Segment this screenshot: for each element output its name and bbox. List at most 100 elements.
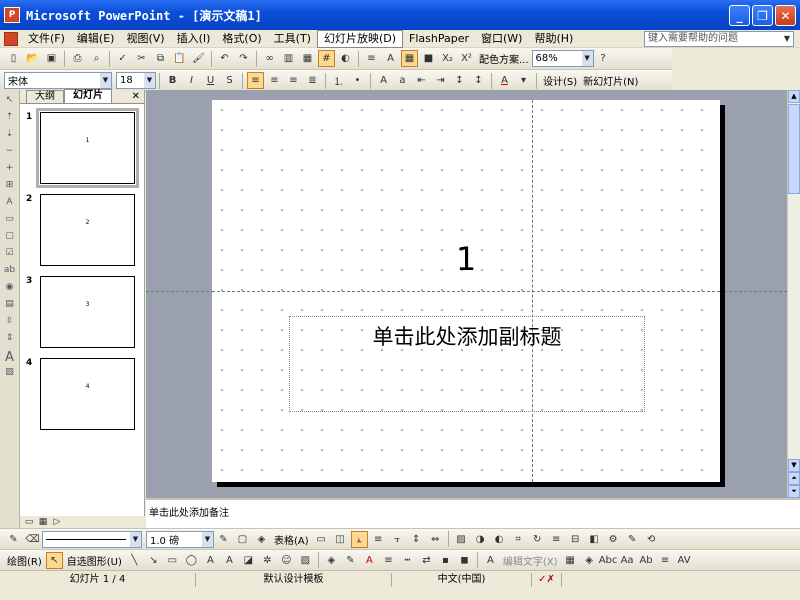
picture-icon[interactable]: ▨ [453, 531, 470, 548]
menu-file[interactable]: 文件(F) [22, 31, 71, 47]
scrollbar-thumb[interactable] [788, 104, 800, 194]
oval-icon[interactable]: ◯ [183, 552, 200, 569]
save-icon[interactable]: ▣ [43, 50, 60, 67]
eraser-icon[interactable]: ⌫ [24, 531, 41, 548]
horizontal-guide[interactable] [212, 291, 720, 292]
label-icon[interactable]: ▭ [3, 214, 17, 226]
reset-picture-icon[interactable]: ⟲ [643, 531, 660, 548]
wordart-icon[interactable]: ◪ [240, 552, 257, 569]
border-style-select[interactable]: ▼ [42, 530, 142, 548]
align-top-icon[interactable]: ⫠ [350, 530, 368, 548]
line-color-icon[interactable]: ✎ [342, 552, 359, 569]
subscript-icon[interactable]: X₂ [439, 50, 456, 67]
line-style-icon[interactable]: ≡ [548, 531, 565, 548]
wordart-spacing-icon[interactable]: AV [676, 552, 693, 569]
open-icon[interactable]: 📂 [24, 50, 41, 67]
draw-table-icon[interactable]: ✎ [5, 531, 22, 548]
menu-help[interactable]: 帮助(H) [528, 31, 579, 47]
close-button[interactable]: ✕ [775, 5, 796, 26]
font-color-icon[interactable]: A [496, 72, 513, 89]
grid-toggle-icon[interactable]: # [318, 50, 335, 67]
vertical-scrollbar[interactable]: ▲ ▼ ⏶ ⏷ [787, 90, 800, 498]
next-slide-icon[interactable]: ⏷ [788, 485, 800, 498]
chart-icon[interactable]: ▥ [280, 50, 297, 67]
align-right-icon[interactable]: ≡ [285, 72, 302, 89]
chevron-down-icon[interactable]: ▼ [781, 32, 793, 46]
new-slide-button[interactable]: 新幻灯片(N) [583, 73, 638, 88]
undo-icon[interactable]: ↶ [216, 50, 233, 67]
rotate-icon[interactable]: ↻ [529, 531, 546, 548]
normal-view-icon[interactable]: ▭ [23, 517, 35, 528]
menu-slideshow[interactable]: 幻灯片放映(D) [316, 29, 404, 48]
cut-icon[interactable]: ✂ [133, 50, 150, 67]
menu-view[interactable]: 视图(V) [120, 31, 170, 47]
distribute-cols-icon[interactable]: ⇔ [427, 531, 444, 548]
italic-icon[interactable]: I [183, 72, 200, 89]
superscript-icon[interactable]: X² [458, 50, 475, 67]
slide-sorter-icon[interactable]: ▦ [37, 517, 49, 528]
wordart-insert-icon[interactable]: A [482, 552, 499, 569]
wordart-same-height-icon[interactable]: Aa [619, 552, 636, 569]
previous-slide-icon[interactable]: ⏶ [788, 472, 800, 485]
menu-insert[interactable]: 插入(I) [171, 31, 217, 47]
menu-window[interactable]: 窗口(W) [475, 31, 528, 47]
fill-color-icon[interactable]: ◈ [253, 531, 270, 548]
wordart-shape-icon[interactable]: Abc [599, 552, 618, 569]
print-preview-icon[interactable]: ⌕ [88, 50, 105, 67]
expand-icon[interactable]: + [3, 163, 17, 175]
menu-flashpaper[interactable]: FlashPaper [403, 31, 475, 47]
dash-style-icon[interactable]: ┅ [399, 552, 416, 569]
line-style-icon[interactable]: ≡ [380, 552, 397, 569]
menu-format[interactable]: 格式(O) [216, 31, 267, 47]
shadow-style-icon[interactable]: ▪ [437, 552, 454, 569]
help-search-input[interactable]: 键入需要帮助的问题 ▼ [644, 31, 794, 47]
hyperlink-icon[interactable]: ∞ [261, 50, 278, 67]
edit-text-button[interactable]: 编辑文字(X) [503, 553, 558, 568]
table-menu-button[interactable]: 表格(A) [274, 532, 309, 547]
notes-pane[interactable]: 单击此处添加备注 [146, 498, 800, 528]
close-icon[interactable]: ✕ [132, 91, 140, 102]
demote-icon[interactable]: ⇥ [432, 72, 449, 89]
chevron-down-icon[interactable]: ▼ [130, 531, 141, 547]
align-left-icon[interactable]: ≡ [247, 72, 264, 89]
chevron-down-icon[interactable]: ▼ [100, 73, 111, 88]
diagram-icon[interactable]: ✲ [259, 552, 276, 569]
clipart-icon[interactable]: ☺ [278, 552, 295, 569]
border-width-select[interactable]: 1.0 磅 ▼ [146, 530, 214, 548]
wordart-alignment-icon[interactable]: ≡ [657, 552, 674, 569]
subtitle-placeholder[interactable]: 单击此处添加副标题 [289, 316, 645, 412]
spelling-icon[interactable]: ✓ [114, 50, 131, 67]
minimize-button[interactable]: _ [729, 5, 750, 26]
slideshow-icon[interactable]: ▷ [51, 517, 63, 528]
distribute-rows-icon[interactable]: ⇕ [408, 531, 425, 548]
decrease-font-icon[interactable]: a [394, 72, 411, 89]
font-select[interactable]: 宋体 ▼ [4, 72, 112, 89]
scroll-down-icon[interactable]: ▼ [788, 459, 800, 472]
line-spacing-decrease-icon[interactable]: ↕ [470, 72, 487, 89]
line-spacing-increase-icon[interactable]: ↕ [451, 72, 468, 89]
wordart-vertical-icon[interactable]: Ab [638, 552, 655, 569]
show-grid-icon[interactable]: ▦ [401, 50, 418, 67]
promote-icon[interactable]: ⇤ [413, 72, 430, 89]
compress-icon[interactable]: ⊟ [567, 531, 584, 548]
textbox-icon[interactable]: ab [3, 265, 17, 277]
scrollbar-icon[interactable]: ⇳ [3, 316, 17, 328]
font-color-icon[interactable]: A [361, 552, 378, 569]
chevron-down-icon[interactable]: ▾ [515, 72, 532, 89]
spin-icon[interactable]: ⇕ [3, 333, 17, 345]
align-bottom-icon[interactable]: ⫟ [389, 531, 406, 548]
bullets-icon[interactable]: • [349, 72, 366, 89]
powerpoint-icon[interactable]: P [4, 7, 20, 23]
align-center-icon[interactable]: ≡ [266, 72, 283, 89]
chevron-down-icon[interactable]: ▼ [144, 73, 155, 88]
borders-icon[interactable]: ▢ [234, 531, 251, 548]
draw-menu-button[interactable]: 绘图(R) [7, 553, 42, 568]
menu-edit[interactable]: 编辑(E) [71, 31, 121, 47]
slide-title[interactable]: 1 [212, 240, 720, 278]
color-scheme-button[interactable]: 配色方案... [479, 51, 529, 66]
split-cells-icon[interactable]: ◫ [332, 531, 349, 548]
help-icon[interactable]: ? [595, 50, 612, 67]
slide-thumbnail[interactable]: 2 [40, 194, 135, 266]
collapse-icon[interactable]: − [3, 146, 17, 158]
increase-font-icon[interactable]: A [375, 72, 392, 89]
